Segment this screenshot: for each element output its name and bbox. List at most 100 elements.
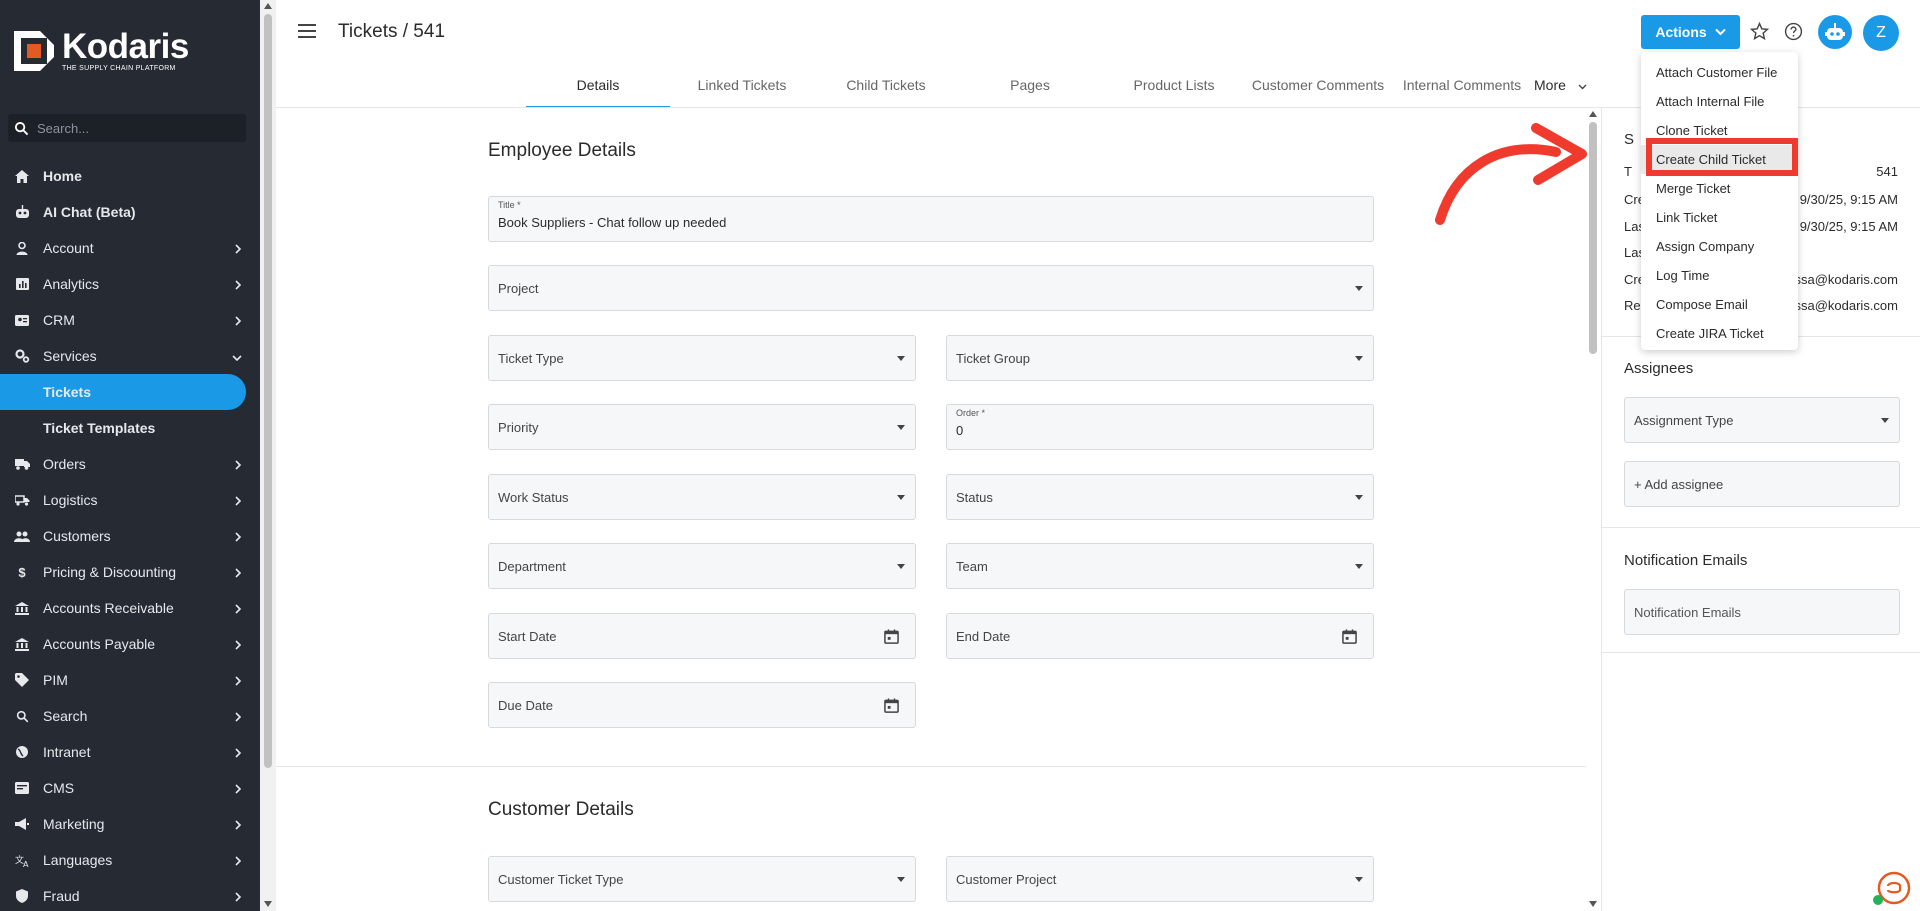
- calendar-icon[interactable]: [884, 629, 899, 647]
- assignment-type-select[interactable]: Assignment Type: [1624, 397, 1900, 443]
- caret-down-icon: [1355, 877, 1363, 882]
- sidebar-item-ticket-templates[interactable]: Ticket Templates: [0, 410, 260, 446]
- menu-item-attach-customer-file[interactable]: Attach Customer File: [1641, 58, 1798, 87]
- menu-item-create-jira-ticket[interactable]: Create JIRA Ticket: [1641, 319, 1798, 348]
- menu-item-compose-email[interactable]: Compose Email: [1641, 290, 1798, 319]
- chevron-right-icon: [234, 493, 242, 509]
- robot-icon: [14, 204, 30, 220]
- main-scrollbar[interactable]: [1585, 108, 1601, 911]
- ticket-type-select[interactable]: Ticket Type: [488, 335, 916, 381]
- menu-item-log-time[interactable]: Log Time: [1641, 261, 1798, 290]
- support-chat-button[interactable]: [1872, 868, 1912, 908]
- sidebar-item-cms[interactable]: CMS: [0, 770, 260, 806]
- sidebar-item-ai-chat[interactable]: AI Chat (Beta): [0, 194, 260, 230]
- sidebar-item-account[interactable]: Account: [0, 230, 260, 266]
- sidebar-item-analytics[interactable]: Analytics: [0, 266, 260, 302]
- annotation-highlight-box: [1646, 138, 1798, 176]
- chevron-right-icon: [234, 241, 242, 257]
- main-scroll-thumb[interactable]: [1589, 122, 1597, 354]
- tab-child-tickets[interactable]: Child Tickets: [814, 68, 958, 108]
- tab-more[interactable]: More: [1534, 68, 1594, 108]
- sidebar-item-home[interactable]: Home: [0, 158, 260, 194]
- department-label: Department: [498, 559, 566, 574]
- tab-bar: Details Linked Tickets Child Tickets Pag…: [526, 68, 1594, 108]
- panel-divider: [1602, 527, 1920, 528]
- sidebar-item-customers[interactable]: Customers: [0, 518, 260, 554]
- sidebar-item-marketing[interactable]: Marketing: [0, 806, 260, 842]
- sidebar-item-label: Fraud: [43, 888, 80, 904]
- ticket-group-select[interactable]: Ticket Group: [946, 335, 1374, 381]
- customer-project-select[interactable]: Customer Project: [946, 856, 1374, 902]
- sidebar: Kodaris THE SUPPLY CHAIN PLATFORM Home A…: [0, 0, 260, 911]
- help-icon[interactable]: [1784, 22, 1803, 44]
- calendar-icon[interactable]: [884, 698, 899, 716]
- sidebar-scroll-thumb[interactable]: [264, 14, 272, 768]
- customer-ticket-type-select[interactable]: Customer Ticket Type: [488, 856, 916, 902]
- menu-item-link-ticket[interactable]: Link Ticket: [1641, 203, 1798, 232]
- chat-icon: [1873, 871, 1911, 905]
- priority-select[interactable]: Priority: [488, 404, 916, 450]
- page-title: Tickets / 541: [338, 21, 446, 42]
- sidebar-scrollbar[interactable]: [260, 0, 276, 911]
- add-assignee-field[interactable]: + Add assignee: [1624, 461, 1900, 507]
- sidebar-item-intranet[interactable]: Intranet: [0, 734, 260, 770]
- notification-emails-field[interactable]: Notification Emails: [1624, 589, 1900, 635]
- sidebar-item-accounts-payable[interactable]: Accounts Payable: [0, 626, 260, 662]
- title-field-value: Book Suppliers - Chat follow up needed: [498, 215, 727, 230]
- summary-ticket-label: T: [1624, 164, 1632, 179]
- chevron-right-icon: [234, 853, 242, 869]
- customer-project-label: Customer Project: [956, 872, 1057, 887]
- scroll-up-icon[interactable]: [1589, 111, 1597, 117]
- sidebar-item-pim[interactable]: PIM: [0, 662, 260, 698]
- chevron-right-icon: [234, 889, 242, 905]
- scroll-up-icon[interactable]: [264, 3, 272, 9]
- sidebar-item-services[interactable]: Services: [0, 338, 260, 374]
- work-status-select[interactable]: Work Status: [488, 474, 916, 520]
- department-select[interactable]: Department: [488, 543, 916, 589]
- user-avatar[interactable]: Z: [1863, 15, 1899, 51]
- status-select[interactable]: Status: [946, 474, 1374, 520]
- sidebar-search[interactable]: [8, 114, 246, 142]
- start-date-field[interactable]: Start Date: [488, 613, 916, 659]
- tab-details[interactable]: Details: [526, 68, 670, 108]
- scroll-down-icon[interactable]: [1589, 901, 1597, 907]
- menu-item-assign-company[interactable]: Assign Company: [1641, 232, 1798, 261]
- actions-button[interactable]: Actions: [1641, 15, 1740, 49]
- project-select[interactable]: Project: [488, 265, 1374, 311]
- sidebar-item-tickets[interactable]: Tickets: [0, 374, 246, 410]
- sidebar-item-search[interactable]: Search: [0, 698, 260, 734]
- title-field[interactable]: Title * Book Suppliers - Chat follow up …: [488, 196, 1374, 242]
- tab-pages[interactable]: Pages: [958, 68, 1102, 108]
- chevron-right-icon: [234, 529, 242, 545]
- sidebar-item-label: Ticket Templates: [43, 420, 156, 436]
- hamburger-menu-icon[interactable]: [298, 24, 316, 41]
- sidebar-item-languages[interactable]: 文A Languages: [0, 842, 260, 878]
- sidebar-item-accounts-receivable[interactable]: Accounts Receivable: [0, 590, 260, 626]
- sidebar-search-input[interactable]: [37, 120, 237, 136]
- order-field[interactable]: Order * 0: [946, 404, 1374, 450]
- brand-logo[interactable]: Kodaris THE SUPPLY CHAIN PLATFORM: [14, 29, 189, 72]
- tab-linked-tickets[interactable]: Linked Tickets: [670, 68, 814, 108]
- sidebar-item-label: Services: [43, 348, 97, 364]
- chevron-right-icon: [234, 781, 242, 797]
- star-icon[interactable]: [1749, 21, 1770, 44]
- tab-internal-comments[interactable]: Internal Comments: [1390, 68, 1534, 108]
- sidebar-item-pricing[interactable]: $ Pricing & Discounting: [0, 554, 260, 590]
- start-date-label: Start Date: [498, 629, 557, 644]
- order-field-label: Order *: [956, 408, 986, 418]
- sidebar-item-orders[interactable]: Orders: [0, 446, 260, 482]
- sidebar-item-crm[interactable]: CRM: [0, 302, 260, 338]
- menu-item-merge-ticket[interactable]: Merge Ticket: [1641, 174, 1798, 203]
- end-date-field[interactable]: End Date: [946, 613, 1374, 659]
- sidebar-item-logistics[interactable]: Logistics: [0, 482, 260, 518]
- scroll-down-icon[interactable]: [264, 901, 272, 907]
- menu-item-attach-internal-file[interactable]: Attach Internal File: [1641, 87, 1798, 116]
- chevron-right-icon: [234, 637, 242, 653]
- team-select[interactable]: Team: [946, 543, 1374, 589]
- ai-assistant-button[interactable]: [1818, 15, 1852, 49]
- tab-customer-comments[interactable]: Customer Comments: [1246, 68, 1390, 108]
- tab-product-lists[interactable]: Product Lists: [1102, 68, 1246, 108]
- calendar-icon[interactable]: [1342, 629, 1357, 647]
- due-date-field[interactable]: Due Date: [488, 682, 916, 728]
- sidebar-item-fraud[interactable]: Fraud: [0, 878, 260, 911]
